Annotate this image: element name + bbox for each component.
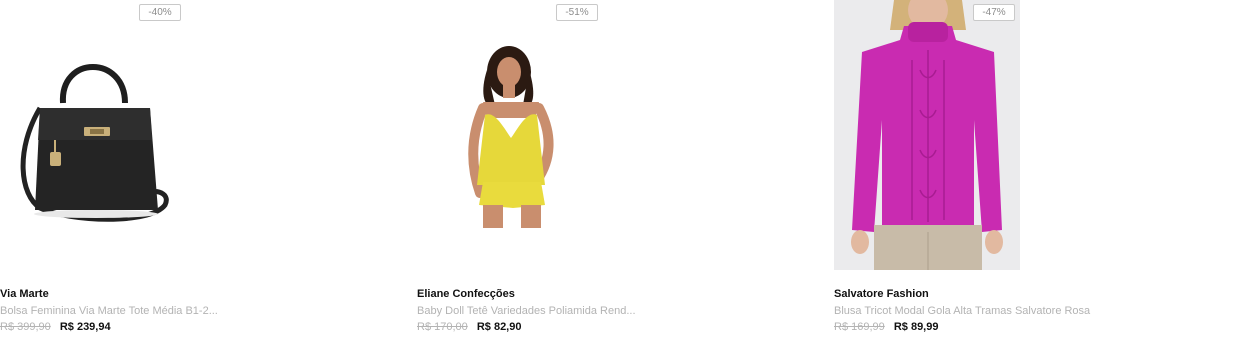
product-image[interactable] — [0, 0, 200, 270]
current-price: R$ 82,90 — [476, 321, 522, 333]
product-brand[interactable]: Salvatore Fashion — [834, 288, 929, 300]
handbag-image — [20, 64, 169, 222]
old-price: R$ 169,99 — [834, 321, 885, 333]
product-card[interactable]: -40% Via Marte Bolsa Feminina Via Marte … — [0, 0, 400, 348]
product-name[interactable]: Bolsa Feminina Via Marte Tote Média B1-2… — [0, 305, 400, 317]
price-row: R$ 170,00 R$ 82,90 — [417, 321, 521, 333]
current-price: R$ 239,94 — [59, 321, 111, 333]
sweater-image — [834, 0, 1020, 270]
product-name[interactable]: Baby Doll Tetê Variedades Poliamida Rend… — [417, 305, 817, 317]
current-price: R$ 89,99 — [893, 321, 939, 333]
product-brand[interactable]: Via Marte — [0, 288, 49, 300]
product-grid: -40% Via Marte Bolsa Feminina Via Marte … — [0, 0, 1250, 348]
product-name[interactable]: Blusa Tricot Modal Gola Alta Tramas Salv… — [834, 305, 1234, 317]
old-price: R$ 170,00 — [417, 321, 468, 333]
product-card[interactable]: -51% Eliane Confecções Baby Doll Tetê Va… — [417, 0, 817, 348]
product-image[interactable] — [417, 0, 617, 270]
product-image[interactable] — [834, 0, 1034, 270]
product-card[interactable]: -47% Salvatore Fashion Blusa Tricot Moda… — [834, 0, 1234, 348]
discount-badge: -47% — [973, 4, 1015, 21]
product-brand[interactable]: Eliane Confecções — [417, 288, 515, 300]
baby-doll-image — [468, 46, 554, 228]
price-row: R$ 399,90 R$ 239,94 — [0, 321, 111, 333]
discount-badge: -51% — [556, 4, 598, 21]
discount-badge: -40% — [139, 4, 181, 21]
price-row: R$ 169,99 R$ 89,99 — [834, 321, 938, 333]
old-price: R$ 399,90 — [0, 321, 51, 333]
